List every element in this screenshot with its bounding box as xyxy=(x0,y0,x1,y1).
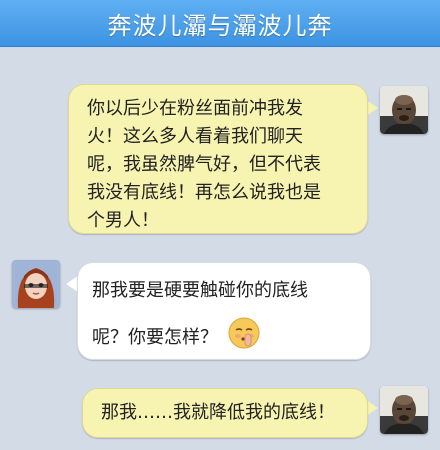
message-text-line-2: 呢？你要怎样？ xyxy=(92,326,218,348)
avatar-left[interactable] xyxy=(12,260,60,308)
bald-man-avatar-icon xyxy=(380,386,428,434)
chat-title: 奔波儿灞与灞波儿奔 xyxy=(107,11,333,40)
chat-header: 奔波儿灞与灞波儿奔 xyxy=(0,0,440,47)
message-text: 你以后少在粉丝面前冲我发 火！这么多人看着我们聊天 呢，我虽然脾气好，但不代表 … xyxy=(87,98,321,231)
message-bubble[interactable]: 那我……我就降低我的底线！ xyxy=(82,388,368,438)
message-text-line-1: 那我要是硬要触碰你的底线 xyxy=(92,280,308,301)
bald-man-avatar-icon xyxy=(380,86,428,134)
avatar-right[interactable] xyxy=(380,386,428,434)
message-bubble[interactable]: 那我要是硬要触碰你的底线 呢？你要怎样？ xyxy=(77,262,371,360)
message-bubble[interactable]: 你以后少在粉丝面前冲我发 火！这么多人看着我们聊天 呢，我虽然脾气好，但不代表 … xyxy=(68,84,368,234)
avatar-right[interactable] xyxy=(380,86,428,134)
message-text: 那我……我就降低我的底线！ xyxy=(101,402,335,423)
red-hair-girl-avatar-icon xyxy=(12,260,60,308)
shh-face-emoji-icon xyxy=(228,317,260,358)
